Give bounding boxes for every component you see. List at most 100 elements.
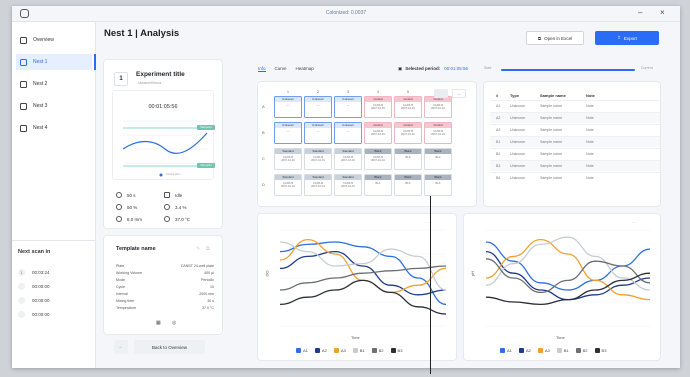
plate-well[interactable]: Control CANS B 2007-10-01 xyxy=(424,122,452,144)
plate-well[interactable]: Blank BLK xyxy=(424,174,452,196)
plate-well[interactable]: Standard CANS B 2007-10-01 xyxy=(304,174,332,196)
plate-well[interactable]: Control CANS B 2007-10-01 xyxy=(364,96,392,118)
plate-well[interactable]: Blank BLK xyxy=(364,174,392,196)
table-row[interactable]: A3 Unknown Sample name Note xyxy=(490,124,660,135)
plate-well[interactable]: Control CANS B 2007-10-01 xyxy=(394,122,422,144)
legend-item[interactable]: A3 xyxy=(333,348,346,353)
experiment-panel: 1 Experiment title Ukraine/Kiruna 00:01:… xyxy=(104,60,222,228)
table-cell: Note xyxy=(586,176,594,180)
legend-swatch xyxy=(518,348,524,353)
legend-item[interactable]: A2 xyxy=(314,348,327,353)
selected-period-value: 00:01:05:56 xyxy=(444,66,469,71)
export-button[interactable]: ⇪ Export xyxy=(595,31,659,45)
template-label: Interval xyxy=(116,292,128,296)
table-row[interactable]: B3 Unknown Sample name Note xyxy=(490,160,660,171)
table-row[interactable]: A2 Unknown Sample name Note xyxy=(490,112,660,123)
legend-swatch xyxy=(352,348,358,353)
well-sample: — xyxy=(316,130,320,133)
idle-icon xyxy=(164,192,170,198)
well-sample: CANS B 2007-10-01 xyxy=(311,182,325,188)
table-row[interactable]: B2 Unknown Sample name Note xyxy=(490,148,660,159)
well-sample: CANS B 2007-10-01 xyxy=(371,156,385,162)
plate-well[interactable]: Unknown — xyxy=(274,122,302,144)
slider-start-label: Start xyxy=(484,66,492,70)
sidebar-item-nest-1[interactable]: Nest 1 xyxy=(16,54,96,70)
period-slider[interactable] xyxy=(501,69,635,71)
plate-well[interactable]: Control CANS B 2007-10-01 xyxy=(394,96,422,118)
table-cell: Unknown xyxy=(510,164,525,168)
table-cell: Unknown xyxy=(510,104,525,108)
plate-well[interactable]: Unknown — xyxy=(334,122,362,144)
table-row[interactable]: B1 Unknown Sample name Note xyxy=(490,136,660,147)
back-to-overview-button[interactable]: Back to Overview xyxy=(134,340,205,354)
plate-view-button[interactable] xyxy=(434,89,448,98)
plate-well[interactable]: Control CANS B 2007-10-01 xyxy=(364,122,392,144)
scan-time: 00:00:00 xyxy=(32,298,50,303)
plate-row-label: C xyxy=(262,156,265,161)
plate-well[interactable]: Standard CANS B 2007-10-01 xyxy=(304,148,332,170)
legend-item[interactable]: A3 xyxy=(537,348,550,353)
back-arrow-icon[interactable]: ← xyxy=(114,340,128,354)
legend-label: B2 xyxy=(378,348,384,353)
stat-value: Idle xyxy=(175,192,183,198)
tab-info[interactable]: Info xyxy=(258,66,266,72)
ph-chart xyxy=(485,229,651,327)
legend-item[interactable]: B1 xyxy=(352,348,365,353)
minimize-icon[interactable]: – xyxy=(638,8,642,17)
plate-well[interactable]: Unknown — xyxy=(274,96,302,118)
plate-well[interactable]: Standard CANS B 2007-10-01 xyxy=(274,174,302,196)
table-row[interactable]: A1 Unknown Sample name Note xyxy=(490,100,660,111)
close-icon[interactable]: × xyxy=(660,8,665,17)
copy-icon[interactable]: ⧉ xyxy=(206,246,210,252)
scan-number xyxy=(18,311,25,318)
plate-well[interactable]: Standard CANS B 2007-10-01 xyxy=(274,148,302,170)
plate-well[interactable]: Blank BLK xyxy=(394,174,422,196)
well-sample: — xyxy=(316,104,320,107)
open-in-excel-button[interactable]: ⧉ Open in Excel xyxy=(526,31,584,45)
legend-item[interactable]: B3 xyxy=(390,348,402,353)
plate-well[interactable]: Standard CANS B 2007-10-01 xyxy=(334,148,362,170)
tab-curve[interactable]: Curve xyxy=(275,66,287,72)
legend-item[interactable]: B2 xyxy=(575,348,588,353)
sidebar-item-nest-3[interactable]: Nest 3 xyxy=(16,98,92,114)
table-cell: Unknown xyxy=(510,140,525,144)
plate-well[interactable]: Unknown — xyxy=(304,122,332,144)
legend-item[interactable]: A1 xyxy=(500,348,512,353)
plate-well[interactable]: Unknown — xyxy=(304,96,332,118)
window-title: Colonized: 0.0037 xyxy=(325,10,367,16)
plate-well[interactable]: Control CANS B 2007-10-01 xyxy=(424,96,452,118)
plate-icon[interactable]: ▦ xyxy=(156,320,161,326)
sidebar: Overview Nest 1 Nest 2 Nest 3 Nest 4 Nex… xyxy=(12,22,96,368)
legend-item[interactable]: B2 xyxy=(371,348,384,353)
plate-well[interactable]: Blank BLK xyxy=(424,148,452,170)
table-row[interactable]: B4 Unknown Sample name Note xyxy=(490,172,660,183)
plate-well[interactable]: Blank BLK xyxy=(394,148,422,170)
plate-well[interactable]: Unknown — xyxy=(334,96,362,118)
legend-item[interactable]: A1 xyxy=(296,348,308,353)
edit-icon[interactable]: ✎ xyxy=(196,246,200,252)
well-sample: CANS B 2007-10-01 xyxy=(431,104,445,110)
table-cell: B2 xyxy=(496,152,501,156)
tab-heatmap[interactable]: Heatmap xyxy=(296,66,314,72)
plate-well[interactable]: Blank CANS B 2007-10-01 xyxy=(364,148,392,170)
plate-collapse-button[interactable]: — xyxy=(452,89,466,98)
timer-card: 00:01:05:56 Start point Now point Curren… xyxy=(112,90,215,180)
legend-swatch xyxy=(314,348,320,353)
plate-well[interactable]: Standard CANS B 2007-10-01 xyxy=(334,174,362,196)
sidebar-item-nest-2[interactable]: Nest 2 xyxy=(16,76,92,92)
sidebar-item-nest-4[interactable]: Nest 4 xyxy=(16,120,92,136)
legend-label: B2 xyxy=(582,348,588,353)
template-value: Periodic xyxy=(201,278,214,282)
legend-item[interactable]: B1 xyxy=(556,348,569,353)
template-value: 10 xyxy=(210,285,214,289)
camera-icon[interactable]: ◎ xyxy=(172,320,176,326)
legend-item[interactable]: A2 xyxy=(518,348,531,353)
series-line-A2 xyxy=(485,250,651,301)
sidebar-item-overview[interactable]: Overview xyxy=(16,32,92,48)
do-chart xyxy=(279,229,447,327)
legend-swatch xyxy=(500,348,505,353)
legend-item[interactable]: B3 xyxy=(594,348,606,353)
experiment-title: Experiment title xyxy=(136,71,185,78)
well-sample: BLK xyxy=(435,182,441,185)
table-cell: Unknown xyxy=(510,128,525,132)
